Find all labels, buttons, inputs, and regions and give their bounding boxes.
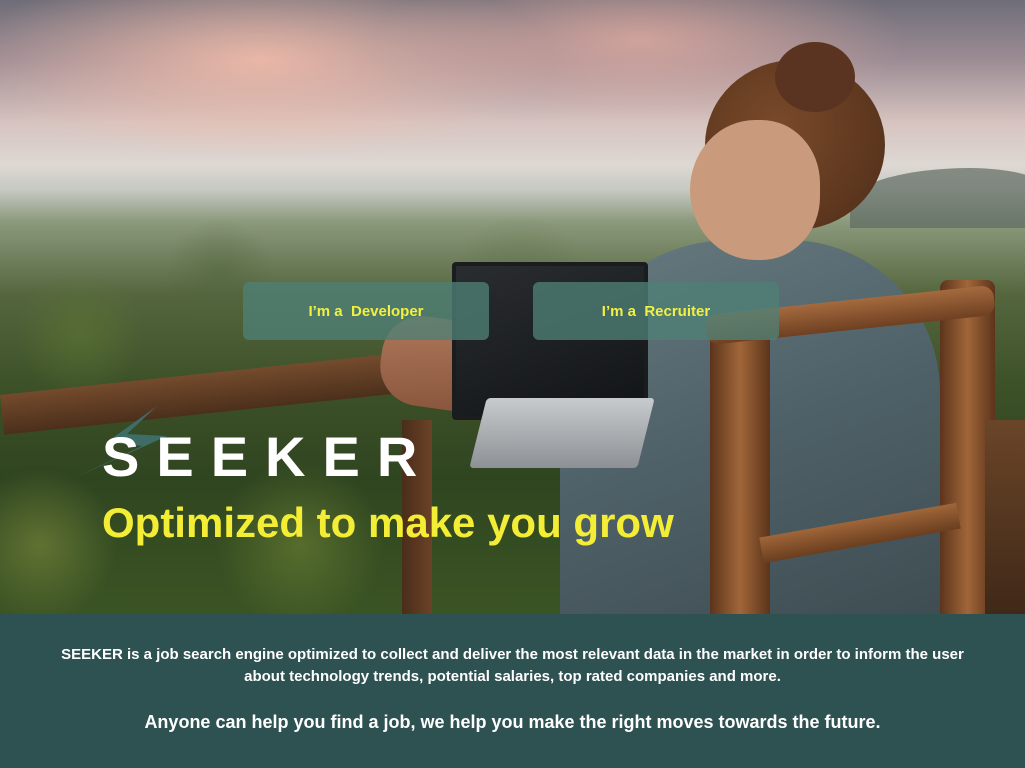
developer-button-label: I’m a Developer bbox=[308, 302, 424, 320]
developer-button[interactable]: I’m a Developer bbox=[243, 282, 489, 340]
product-motto: Anyone can help you find a job, we help … bbox=[144, 712, 881, 732]
recruiter-button-label: I’m a Recruiter bbox=[601, 302, 711, 320]
chair-post-left bbox=[710, 320, 770, 614]
info-band: SEEKER is a job search engine optimized … bbox=[0, 614, 1025, 768]
person-head bbox=[690, 120, 820, 260]
product-description: SEEKER is a job search engine optimized … bbox=[61, 646, 964, 685]
recruiter-button[interactable]: I’m a Recruiter bbox=[533, 282, 779, 340]
laptop-keyboard bbox=[469, 398, 655, 468]
brand-tagline: Optimized to make you grow bbox=[102, 499, 674, 546]
person-hair-bun bbox=[775, 42, 855, 112]
brand-name: SEEKER bbox=[102, 425, 435, 488]
side-table bbox=[985, 420, 1025, 614]
